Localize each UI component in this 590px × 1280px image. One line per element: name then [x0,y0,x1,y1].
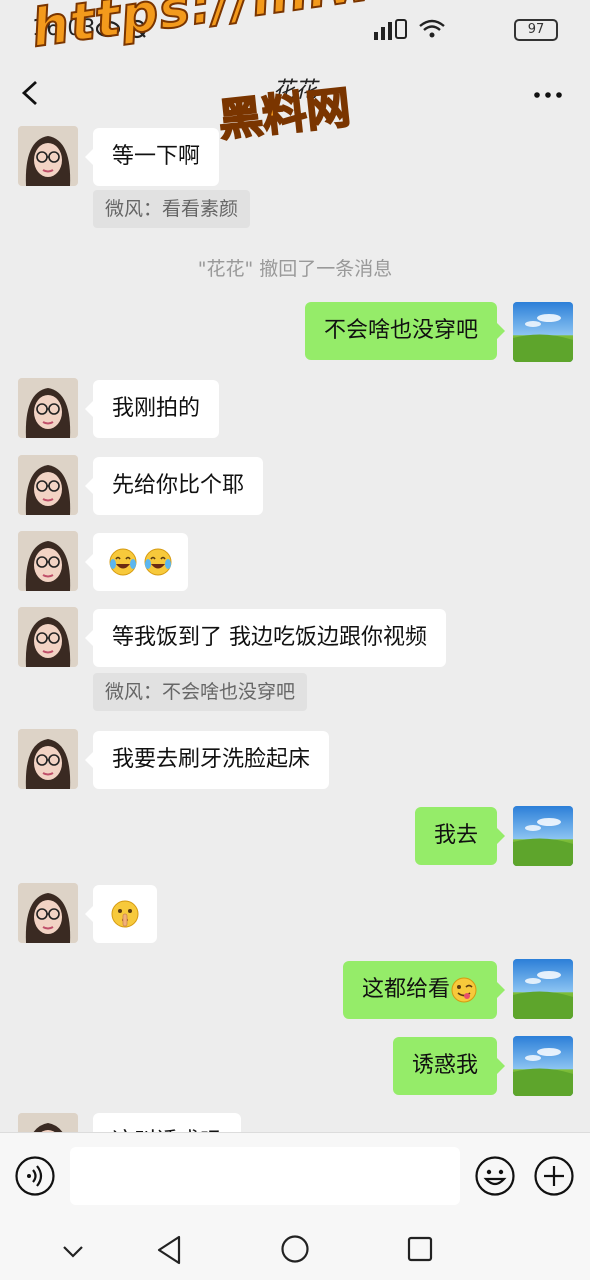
landscape-avatar-icon [513,302,573,362]
girl-portrait-icon [18,883,78,943]
message-bubble-outgoing[interactable]: 我去 [414,807,506,865]
my-avatar[interactable] [513,302,573,362]
contact-avatar[interactable] [18,607,78,667]
message-bubble-incoming[interactable] [85,533,188,591]
input-bar [0,1132,590,1220]
contact-avatar[interactable] [18,531,78,591]
watermark-label: 黑料网 [215,81,354,148]
chevron-down-icon[interactable] [60,1238,86,1264]
message-bubble-incoming[interactable]: 我要去刷牙洗脸起床 [84,731,330,789]
message-bubble-incoming[interactable]: 等我饭到了 我边吃饭边跟你视频 [85,609,446,667]
system-navigation-bar [0,1220,590,1280]
emoji-picker-icon[interactable] [474,1155,516,1197]
message-bubble-incoming[interactable]: 等一下啊 [84,128,220,186]
landscape-avatar-icon [513,806,573,866]
message-bubble-incoming[interactable] [85,885,157,943]
shushing-face-emoji-icon [111,900,139,928]
girl-portrait-icon [18,126,78,186]
landscape-avatar-icon [513,1036,573,1096]
message-input[interactable] [70,1147,460,1205]
message-bubble-outgoing[interactable]: 这都给看 [342,961,506,1019]
voice-input-icon[interactable] [14,1155,56,1197]
girl-portrait-icon [18,378,78,438]
my-avatar[interactable] [513,806,573,866]
nav-recent-apps-icon[interactable] [406,1235,434,1263]
contact-avatar[interactable] [18,883,78,943]
contact-avatar[interactable] [18,455,78,515]
girl-portrait-icon [18,455,78,515]
my-avatar[interactable] [513,1036,573,1096]
quoted-reply[interactable]: 微风：看看素颜 [93,190,251,228]
more-options-icon[interactable] [534,92,562,98]
girl-portrait-icon [18,531,78,591]
nav-back-icon[interactable] [155,1234,183,1266]
contact-avatar[interactable] [18,1113,78,1132]
landscape-avatar-icon [513,959,573,1019]
message-text: 这都给看 [361,977,450,1002]
chat-messages[interactable]: 等一下啊 微风：看看素颜 "花花" 撤回了一条消息 不会啥也没穿吧 我刚拍的 先… [0,126,590,1132]
message-bubble-outgoing[interactable]: 不会啥也没穿吧 [304,302,506,360]
my-avatar[interactable] [513,959,573,1019]
message-bubble-incoming[interactable]: 这叫诱惑吗 [93,1113,242,1132]
winking-tongue-emoji-icon [451,977,477,1003]
contact-avatar[interactable] [18,729,78,789]
message-bubble-incoming[interactable]: 我刚拍的 [84,380,220,438]
contact-avatar[interactable] [18,378,78,438]
crying-laughing-emoji-icon [109,548,137,576]
message-bubble-incoming[interactable]: 先给你比个耶 [84,457,264,515]
nav-home-icon[interactable] [280,1234,310,1264]
message-bubble-outgoing[interactable]: 诱惑我 [392,1037,506,1095]
recall-notice: "花花" 撤回了一条消息 [197,258,393,280]
girl-portrait-icon [18,607,78,667]
girl-portrait-icon [18,1113,78,1132]
contact-avatar[interactable] [18,126,78,186]
plus-circle-icon[interactable] [533,1155,575,1197]
crying-laughing-emoji-icon [144,548,172,576]
girl-portrait-icon [18,729,78,789]
quoted-reply[interactable]: 微风：不会啥也没穿吧 [93,673,308,711]
